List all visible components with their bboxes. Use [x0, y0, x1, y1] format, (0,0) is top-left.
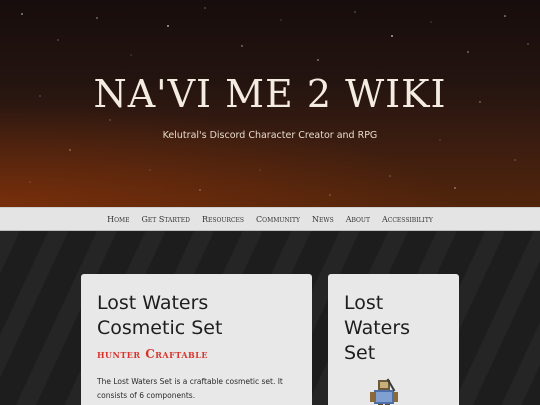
- nav-item-get-started[interactable]: Get Started: [142, 215, 190, 224]
- nav-item-news[interactable]: News: [312, 215, 334, 224]
- nav-item-resources[interactable]: Resources: [202, 215, 244, 224]
- infobox-title-line-2: Waters: [344, 317, 411, 339]
- infobox-title-line-1: Lost: [344, 292, 384, 314]
- nav-item-home[interactable]: Home: [107, 215, 129, 224]
- article-title-line-1: Lost Waters: [97, 292, 209, 314]
- infobox-title-line-3: Set: [344, 342, 376, 364]
- main-navigation: Home Get Started Resources Community New…: [0, 207, 540, 231]
- nav-item-community[interactable]: Community: [256, 215, 300, 224]
- site-subtitle: Kelutral's Discord Character Creator and…: [162, 130, 378, 141]
- description-line-2: consists of 6 components.: [97, 391, 196, 400]
- nav-item-about[interactable]: About: [346, 215, 370, 224]
- content-area: Lost Waters Cosmetic Set hunter Craftabl…: [0, 231, 540, 405]
- article-title-line-2: Cosmetic Set: [97, 317, 223, 339]
- armor-set-sprite-icon[interactable]: [364, 374, 404, 405]
- site-title[interactable]: NA'VI ME 2 WIKI: [0, 72, 540, 116]
- infobox-card: Lost Waters Set: [328, 274, 459, 405]
- craftable-badge: hunter Craftable: [97, 347, 209, 361]
- article-title: Lost Waters Cosmetic Set: [97, 291, 296, 341]
- nav-item-accessibility[interactable]: Accessibility: [382, 215, 433, 224]
- description-line-1: The Lost Waters Set is a craftable cosme…: [97, 377, 283, 386]
- article-card: Lost Waters Cosmetic Set hunter Craftabl…: [81, 274, 312, 405]
- hero-banner: NA'VI ME 2 WIKI Kelutral's Discord Chara…: [0, 0, 540, 207]
- infobox-title: Lost Waters Set: [344, 291, 443, 366]
- article-description: The Lost Waters Set is a craftable cosme…: [97, 375, 296, 403]
